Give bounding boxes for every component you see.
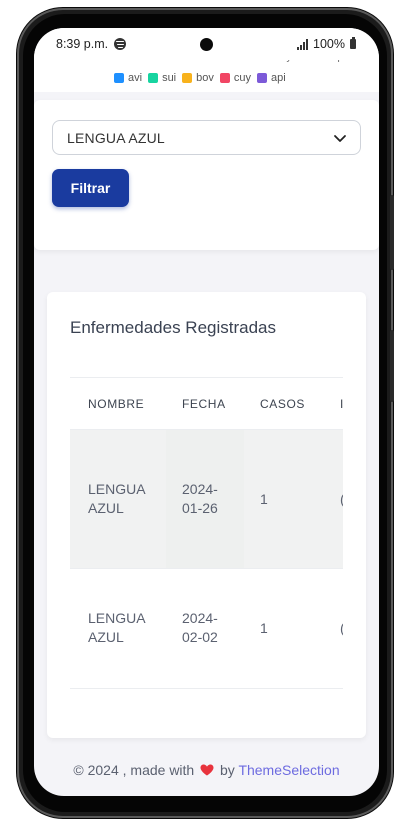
power-button [390, 330, 394, 402]
battery-percent: 100% [313, 37, 345, 51]
legend-swatch [219, 73, 230, 83]
camera-cutout [200, 38, 213, 51]
disease-select[interactable]: LENGUA AZUL [52, 120, 361, 155]
status-time: 8:39 p.m. [56, 37, 109, 51]
diseases-table-card: Enfermedades Registradas NOMBRE FECHA CA… [47, 292, 366, 738]
header-fecha[interactable]: FECHA [182, 397, 226, 411]
filter-card: LENGUA AZUL Filtrar [34, 100, 379, 250]
cell-nombre: LENGUA AZUL [88, 481, 145, 516]
legend-item-api[interactable]: api [257, 72, 286, 84]
filter-button[interactable]: Filtrar [52, 169, 129, 207]
table-header-row: NOMBRE FECHA CASOS I [70, 377, 343, 429]
cell-extra: ( [340, 490, 343, 509]
heart-icon [200, 764, 214, 776]
table-scroll-container[interactable]: NOMBRE FECHA CASOS I LENGUA AZUL 2024-01… [70, 377, 343, 689]
legend-swatch [257, 73, 267, 83]
legend-item-cuy[interactable]: cuy [219, 72, 251, 84]
legend-swatch [148, 73, 159, 83]
select-value: LENGUA AZUL [67, 130, 165, 146]
header-casos[interactable]: CASOS [260, 397, 305, 411]
volume-button [390, 195, 394, 270]
footer: © 2024 , made with by ThemeSelection [34, 762, 379, 778]
legend-item-avi[interactable]: avi [114, 72, 142, 84]
themeselection-link[interactable]: ThemeSelection [238, 762, 339, 778]
table-row: LENGUA AZUL 2024-02-02 1 ( [70, 568, 343, 689]
cell-fecha: 2024-02-02 [182, 610, 218, 645]
legend-label: avi [128, 72, 143, 84]
legend-label: sui [162, 72, 177, 84]
status-bar: 8:39 p.m. 100% [34, 28, 379, 60]
cell-casos: 1 [260, 491, 268, 507]
chart-legend: avi sui bov cuy api [114, 72, 286, 84]
footer-copyright: © 2024 , made with [73, 762, 195, 778]
signal-icon [297, 39, 311, 50]
chevron-down-icon [334, 135, 346, 142]
cell-nombre: LENGUA AZUL [88, 610, 145, 645]
footer-by: by [220, 762, 235, 778]
spotify-icon [114, 38, 126, 50]
legend-item-sui[interactable]: sui [148, 72, 176, 84]
legend-label: api [271, 72, 286, 84]
chart-card: avi sui bov cuy api avi sui bov cuy [34, 56, 379, 92]
cell-casos: 1 [260, 620, 268, 636]
legend-swatch [114, 73, 124, 83]
table-row: LENGUA AZUL 2024-01-26 1 ( [70, 429, 343, 569]
battery-icon [350, 37, 356, 49]
card-title: Enfermedades Registradas [70, 318, 277, 337]
header-nombre[interactable]: NOMBRE [88, 397, 144, 411]
cell-extra: ( [340, 619, 343, 638]
diseases-table: NOMBRE FECHA CASOS I LENGUA AZUL 2024-01… [70, 377, 343, 689]
legend-item-bov[interactable]: bov [182, 72, 214, 84]
legend-swatch [182, 73, 193, 83]
legend-label: cuy [233, 72, 251, 84]
header-extra[interactable]: I [340, 397, 343, 411]
table-bottom-rule [70, 688, 343, 689]
screen: 8:39 p.m. 100% avi sui bov cuy api avi [34, 28, 379, 796]
legend-label: bov [196, 72, 214, 84]
cell-fecha: 2024-01-26 [182, 481, 218, 516]
